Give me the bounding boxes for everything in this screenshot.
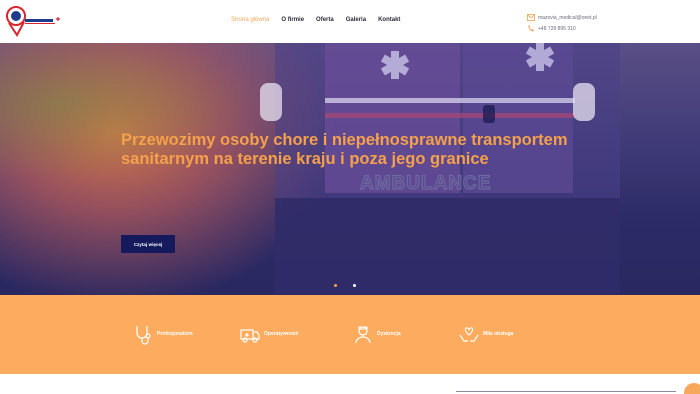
logo-icon[interactable]	[6, 5, 62, 37]
feature-label: Operatywność	[264, 331, 299, 337]
contact-email[interactable]: mazovia_medical@onet.pl	[538, 15, 597, 21]
ambulance-icon	[240, 329, 260, 343]
hero-background-trees	[0, 43, 290, 193]
nurse-icon	[355, 326, 371, 344]
care-hands-icon	[459, 327, 479, 342]
slider-dot-1[interactable]	[334, 284, 337, 287]
email-row[interactable]: mazovia_medical@onet.pl	[527, 12, 597, 23]
hero-slider: AMBULANCE Przewozimy osoby chore i niepe…	[0, 43, 700, 295]
main-nav: Strona główna O firmie Oferta Galeria Ko…	[231, 17, 412, 23]
feature-label: Dyskrecja	[377, 331, 401, 337]
next-section	[0, 374, 700, 394]
feature-professionalism: Profesjonalizm	[132, 323, 193, 345]
nav-item-gallery[interactable]: Galeria	[346, 17, 366, 23]
feature-discretion: Dyskrecja	[352, 323, 401, 345]
feature-label: Profesjonalizm	[157, 331, 193, 337]
ambulance-label: AMBULANCE	[360, 173, 491, 194]
feature-label: Miła obsługa	[483, 331, 514, 337]
hero-title: Przewozimy osoby chore i niepełnosprawne…	[121, 131, 568, 168]
features-bar: Profesjonalizm Operatywność Dyskrecja Mi…	[0, 295, 700, 374]
site-header: Strona główna O firmie Oferta Galeria Ko…	[0, 0, 700, 43]
feature-friendly-service: Miła obsługa	[458, 323, 513, 345]
nav-item-contact[interactable]: Kontakt	[378, 17, 400, 23]
nav-item-offer[interactable]: Oferta	[316, 17, 334, 23]
scroll-top-button[interactable]	[684, 383, 700, 394]
stethoscope-icon	[136, 326, 151, 345]
envelope-icon	[527, 14, 535, 21]
read-more-button[interactable]: Czytaj więcej	[121, 235, 175, 253]
ambulance-image: AMBULANCE	[260, 43, 620, 295]
nav-item-about[interactable]: O firmie	[281, 17, 304, 23]
header-contact: mazovia_medical@onet.pl +48 728 895 310	[527, 12, 597, 34]
phone-row[interactable]: +48 728 895 310	[527, 23, 597, 34]
nav-item-home[interactable]: Strona główna	[231, 17, 269, 23]
section-divider	[456, 391, 676, 392]
phone-icon	[528, 25, 534, 32]
contact-phone[interactable]: +48 728 895 310	[538, 26, 576, 32]
slider-dot-2[interactable]	[353, 284, 356, 287]
feature-efficiency: Operatywność	[239, 323, 298, 345]
